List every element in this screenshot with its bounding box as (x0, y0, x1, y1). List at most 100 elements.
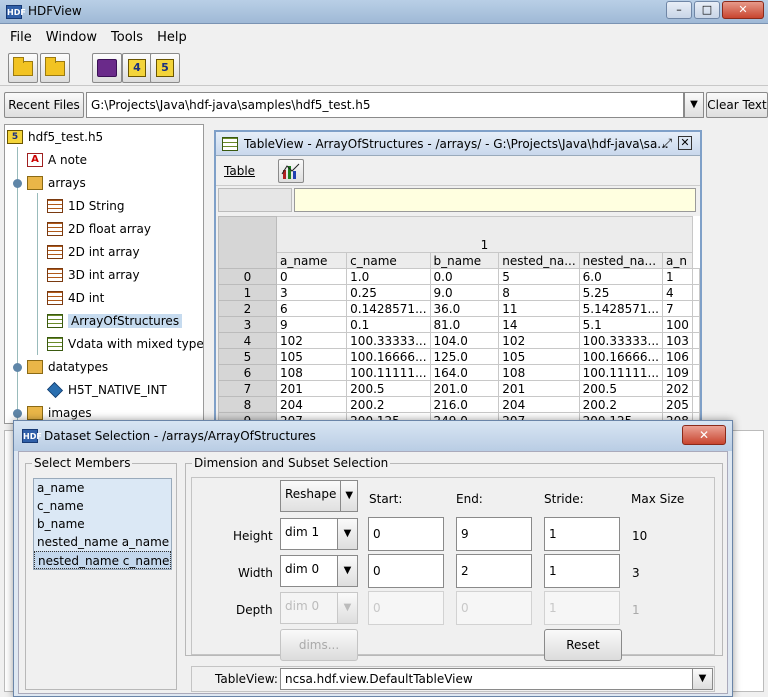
width-stride-input[interactable]: 1 (544, 554, 620, 588)
table-cell[interactable]: 100.33333... (578, 332, 664, 349)
maximize-button[interactable]: □ (694, 1, 720, 19)
tree-item-native-int[interactable]: H5T_NATIVE_INT (47, 380, 167, 400)
table-cell[interactable]: 200.2 (578, 396, 664, 413)
tableview-dropdown[interactable]: ncsa.hdf.view.DefaultTableView ▼ (280, 668, 713, 690)
table-cell[interactable]: 100 (662, 316, 693, 333)
hdf5-library-button[interactable]: 5 (150, 53, 180, 83)
table-cell[interactable]: 100.11111... (346, 364, 431, 381)
tree-item-note[interactable]: A A note (27, 150, 87, 170)
table-cell[interactable]: 81.0 (429, 316, 500, 333)
table-cell[interactable]: 11 (498, 300, 580, 317)
tree-item-vdata[interactable]: Vdata with mixed types (47, 334, 203, 354)
row-index[interactable]: 1 (218, 284, 277, 301)
menu-window[interactable]: Window (46, 30, 97, 45)
chart-button[interactable] (278, 159, 304, 183)
table-cell[interactable]: 1 (662, 268, 693, 285)
table-cell[interactable]: 200.5 (346, 380, 431, 397)
row-index[interactable]: 8 (218, 396, 277, 413)
column-header[interactable]: b_name (429, 252, 500, 269)
table-cell[interactable]: 0.1 (346, 316, 431, 333)
table-cell[interactable]: 201 (498, 380, 580, 397)
dims-button[interactable]: dims... (280, 629, 358, 661)
recent-files-input[interactable]: G:\Projects\Java\hdf-java\samples\hdf5_t… (86, 92, 684, 118)
reset-button[interactable]: Reset (544, 629, 622, 661)
width-end-input[interactable]: 2 (456, 554, 532, 588)
table-cell[interactable]: 100.16666... (578, 348, 664, 365)
table-cell[interactable]: 164.0 (429, 364, 500, 381)
table-cell[interactable]: 100.11111... (578, 364, 664, 381)
width-start-input[interactable]: 0 (368, 554, 444, 588)
table-cell[interactable]: 9.0 (429, 284, 500, 301)
table-cell[interactable]: 201.0 (429, 380, 500, 397)
table-cell[interactable]: 109 (662, 364, 693, 381)
depth-stride-input[interactable]: 1 (544, 591, 620, 625)
table-cell[interactable]: 108 (498, 364, 580, 381)
table-cell[interactable]: 5.1 (578, 316, 664, 333)
tree-item-2d-int[interactable]: 2D int array (47, 242, 140, 262)
table-cell[interactable]: 6.0 (578, 268, 664, 285)
column-header[interactable]: nested_na... (578, 252, 664, 269)
table-cell[interactable]: 14 (498, 316, 580, 333)
expand-datatypes-icon[interactable] (13, 363, 22, 372)
tree-item-4d-int[interactable]: 4D int (47, 288, 104, 308)
table-cell[interactable]: 106 (662, 348, 693, 365)
table-cell[interactable]: 9 (275, 316, 348, 333)
cell-value-input[interactable] (294, 188, 696, 212)
height-stride-input[interactable]: 1 (544, 517, 620, 551)
table-cell[interactable]: 4 (662, 284, 693, 301)
table-cell[interactable]: 204 (498, 396, 580, 413)
table-cell[interactable]: 7 (662, 300, 693, 317)
dialog-close-button[interactable]: ✕ (682, 425, 726, 445)
table-cell[interactable]: 5.1428571... (578, 300, 664, 317)
hdf4-library-button[interactable]: 4 (122, 53, 152, 83)
depth-start-input[interactable]: 0 (368, 591, 444, 625)
table-cell[interactable]: 202 (662, 380, 693, 397)
menu-file[interactable]: File (10, 30, 32, 45)
table-cell[interactable]: 105 (498, 348, 580, 365)
tree-item-3d-int[interactable]: 3D int array (47, 265, 140, 285)
width-dim-dropdown[interactable]: dim 0 ▼ (280, 555, 358, 587)
depth-end-input[interactable]: 0 (456, 591, 532, 625)
table-cell[interactable]: 5 (498, 268, 580, 285)
table-cell[interactable]: 204 (275, 396, 348, 413)
table-cell[interactable]: 100.33333... (346, 332, 431, 349)
menu-tools[interactable]: Tools (111, 30, 143, 45)
recent-files-dropdown[interactable]: ▼ (684, 92, 704, 118)
table-cell[interactable]: 0.0 (429, 268, 500, 285)
members-list[interactable]: a_name c_name b_name nested_name a_name … (33, 478, 172, 570)
table-cell[interactable]: 103 (662, 332, 693, 349)
open-file-button[interactable] (8, 53, 38, 83)
table-cell[interactable]: 36.0 (429, 300, 500, 317)
row-index[interactable]: 0 (218, 268, 277, 285)
table-cell[interactable]: 0.1428571... (346, 300, 431, 317)
table-cell[interactable]: 125.0 (429, 348, 500, 365)
users-guide-button[interactable] (92, 53, 122, 83)
table-cell[interactable]: 200.5 (578, 380, 664, 397)
member-item[interactable]: a_name (34, 479, 171, 497)
height-dim-dropdown[interactable]: dim 1 ▼ (280, 518, 358, 550)
expand-images-icon[interactable] (13, 409, 22, 418)
table-cell[interactable]: 1.0 (346, 268, 431, 285)
height-start-input[interactable]: 0 (368, 517, 444, 551)
maximize-frame-icon[interactable]: ⤢ (662, 136, 672, 151)
expand-arrays-icon[interactable] (13, 179, 22, 188)
tree-item-arrays[interactable]: arrays (27, 173, 86, 193)
row-index[interactable]: 4 (218, 332, 277, 349)
minimize-button[interactable]: – (666, 1, 692, 19)
column-header[interactable]: a_name (275, 252, 348, 269)
height-end-input[interactable]: 9 (456, 517, 532, 551)
close-button[interactable]: ✕ (722, 1, 764, 19)
tree-item-datatypes[interactable]: datatypes (27, 357, 108, 377)
row-index[interactable]: 7 (218, 380, 277, 397)
menu-table[interactable]: Table (224, 164, 255, 178)
table-cell[interactable]: 216.0 (429, 396, 500, 413)
close-frame-icon[interactable]: ✕ (678, 136, 692, 150)
table-cell[interactable]: 102 (275, 332, 348, 349)
table-cell[interactable]: 205 (662, 396, 693, 413)
table-cell[interactable]: 200.2 (346, 396, 431, 413)
tree-item-array-of-structures[interactable]: ArrayOfStructures (47, 311, 183, 331)
table-cell[interactable]: 108 (275, 364, 348, 381)
depth-dim-dropdown[interactable]: dim 0 ▼ (280, 592, 358, 624)
table-cell[interactable]: 201 (275, 380, 348, 397)
member-item[interactable]: c_name (34, 497, 171, 515)
